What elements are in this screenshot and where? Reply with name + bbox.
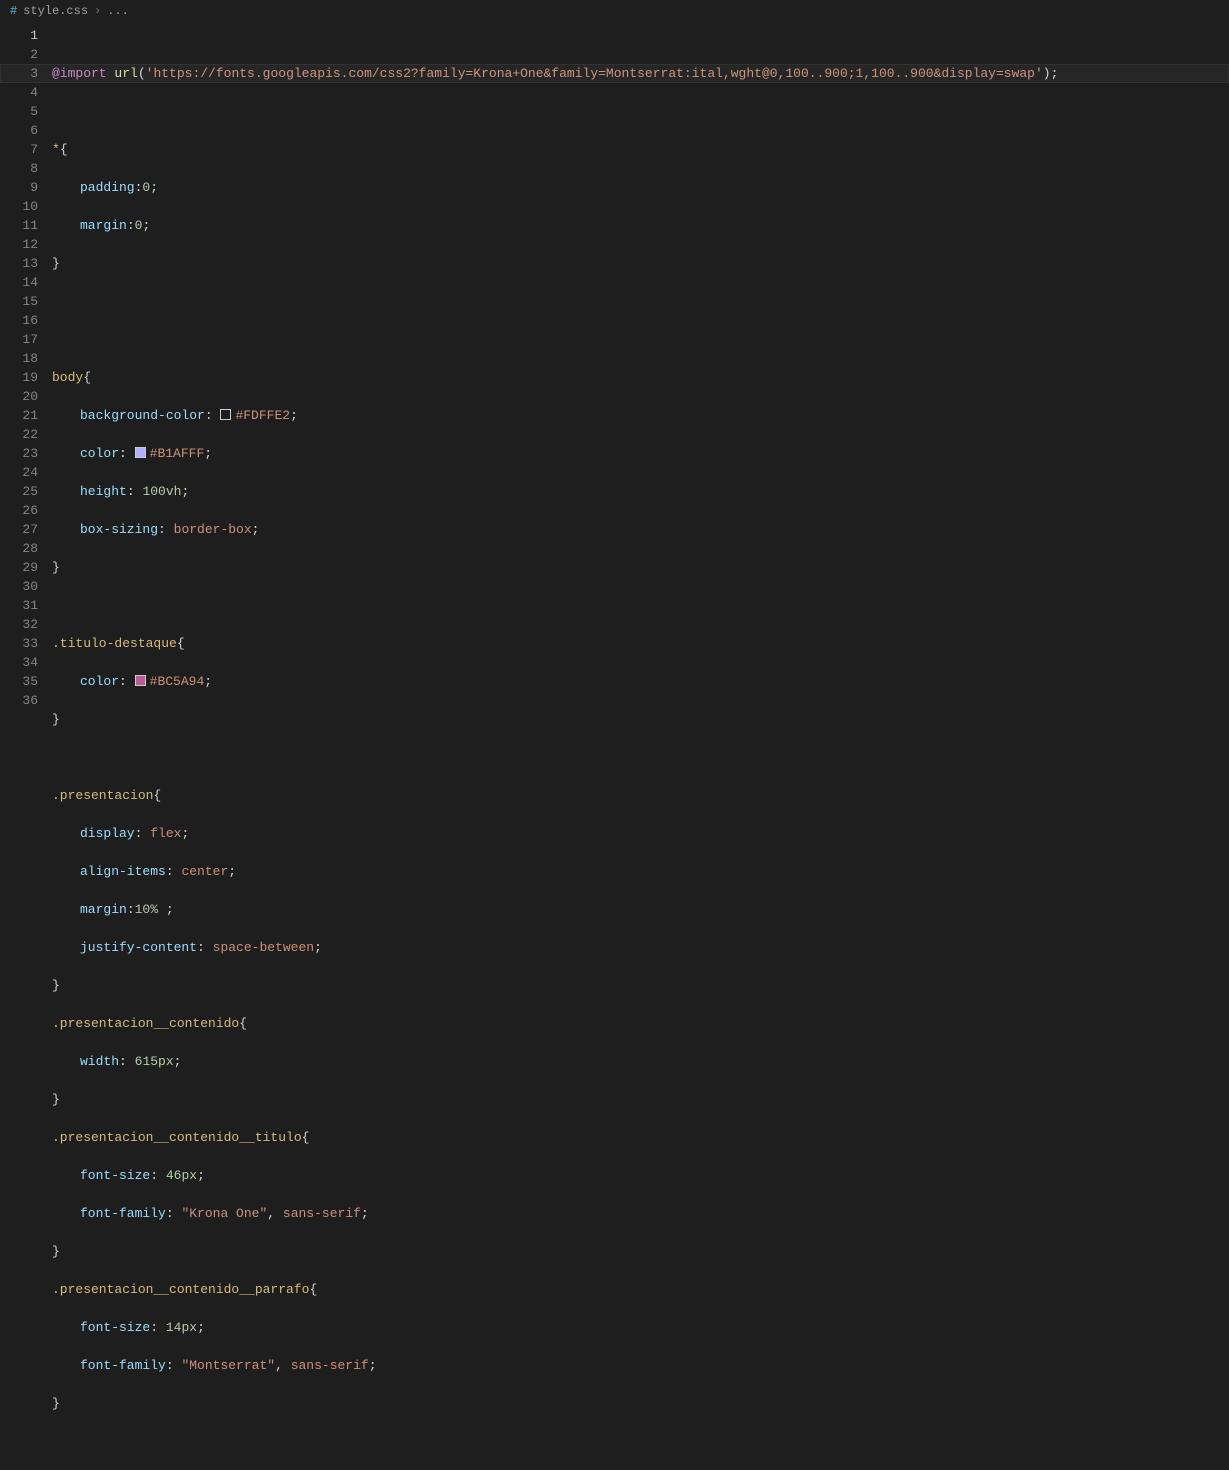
line-number: 11 xyxy=(0,216,38,235)
line-number: 4 xyxy=(0,83,38,102)
code-line[interactable]: } xyxy=(52,976,1229,995)
line-number: 26 xyxy=(0,501,38,520)
line-number: 31 xyxy=(0,596,38,615)
line-number: 27 xyxy=(0,520,38,539)
line-number: 22 xyxy=(0,425,38,444)
code-line[interactable]: width: 615px; xyxy=(52,1052,1229,1071)
code-line[interactable]: .presentacion__contenido__titulo{ xyxy=(52,1128,1229,1147)
code-line[interactable]: align-items: center; xyxy=(52,862,1229,881)
line-number: 12 xyxy=(0,235,38,254)
line-number: 32 xyxy=(0,615,38,634)
line-number: 21 xyxy=(0,406,38,425)
code-line[interactable]: font-family: "Krona One", sans-serif; xyxy=(52,1204,1229,1223)
line-number: 15 xyxy=(0,292,38,311)
code-line[interactable]: margin:10% ; xyxy=(52,900,1229,919)
breadcrumb[interactable]: # style.css › ... xyxy=(0,0,1229,22)
line-number: 14 xyxy=(0,273,38,292)
line-number: 5 xyxy=(0,102,38,121)
line-number: 6 xyxy=(0,121,38,140)
code-line[interactable]: } xyxy=(52,1394,1229,1413)
line-number: 7 xyxy=(0,140,38,159)
line-number: 3 xyxy=(0,64,38,83)
line-number: 20 xyxy=(0,387,38,406)
breadcrumb-file[interactable]: style.css xyxy=(23,4,88,18)
code-line[interactable]: color: #B1AFFF; xyxy=(52,444,1229,463)
code-line[interactable] xyxy=(52,102,1229,121)
code-line[interactable] xyxy=(52,748,1229,767)
code-line[interactable]: *{ xyxy=(52,140,1229,159)
code-line[interactable]: color: #BC5A94; xyxy=(52,672,1229,691)
line-number: 34 xyxy=(0,653,38,672)
code-line[interactable]: .presentacion__contenido__parrafo{ xyxy=(52,1280,1229,1299)
code-line[interactable]: font-size: 46px; xyxy=(52,1166,1229,1185)
line-number: 29 xyxy=(0,558,38,577)
code-line[interactable]: .presentacion{ xyxy=(52,786,1229,805)
line-number: 1 xyxy=(0,26,38,45)
color-swatch-icon xyxy=(220,409,231,420)
code-line[interactable]: @import url('https://fonts.googleapis.co… xyxy=(52,64,1229,83)
code-line[interactable]: display: flex; xyxy=(52,824,1229,843)
code-content[interactable]: @import url('https://fonts.googleapis.co… xyxy=(52,22,1229,756)
code-line[interactable] xyxy=(52,292,1229,311)
line-number: 9 xyxy=(0,178,38,197)
code-line[interactable]: } xyxy=(52,558,1229,577)
code-line[interactable]: font-family: "Montserrat", sans-serif; xyxy=(52,1356,1229,1375)
line-number: 16 xyxy=(0,311,38,330)
line-number: 36 xyxy=(0,691,38,710)
css-file-icon: # xyxy=(10,4,17,18)
line-number-gutter: 1234567891011121314151617181920212223242… xyxy=(0,22,52,756)
code-line[interactable]: margin:0; xyxy=(52,216,1229,235)
code-line[interactable] xyxy=(52,596,1229,615)
code-line[interactable]: font-size: 14px; xyxy=(52,1318,1229,1337)
line-number: 13 xyxy=(0,254,38,273)
line-number: 10 xyxy=(0,197,38,216)
code-line[interactable]: .titulo-destaque{ xyxy=(52,634,1229,653)
line-number: 8 xyxy=(0,159,38,178)
line-number: 28 xyxy=(0,539,38,558)
color-swatch-icon xyxy=(135,447,146,458)
code-line[interactable]: background-color: #FDFFE2; xyxy=(52,406,1229,425)
code-line[interactable]: } xyxy=(52,710,1229,729)
line-number: 18 xyxy=(0,349,38,368)
line-number: 24 xyxy=(0,463,38,482)
line-number: 2 xyxy=(0,45,38,64)
code-line[interactable]: } xyxy=(52,1090,1229,1109)
line-number: 25 xyxy=(0,482,38,501)
code-line[interactable]: padding:0; xyxy=(52,178,1229,197)
breadcrumb-trail[interactable]: ... xyxy=(107,4,129,18)
color-swatch-icon xyxy=(135,675,146,686)
code-line[interactable]: body{ xyxy=(52,368,1229,387)
line-number: 19 xyxy=(0,368,38,387)
code-line[interactable]: } xyxy=(52,254,1229,273)
line-number: 35 xyxy=(0,672,38,691)
code-line[interactable]: .presentacion__contenido{ xyxy=(52,1014,1229,1033)
code-line[interactable]: height: 100vh; xyxy=(52,482,1229,501)
line-number: 30 xyxy=(0,577,38,596)
chevron-right-icon: › xyxy=(94,4,101,18)
line-number: 23 xyxy=(0,444,38,463)
code-line[interactable] xyxy=(52,330,1229,349)
line-number: 33 xyxy=(0,634,38,653)
code-line[interactable]: } xyxy=(52,1242,1229,1261)
code-line[interactable]: justify-content: space-between; xyxy=(52,938,1229,957)
code-line[interactable]: box-sizing: border-box; xyxy=(52,520,1229,539)
line-number: 17 xyxy=(0,330,38,349)
code-editor[interactable]: 1234567891011121314151617181920212223242… xyxy=(0,22,1229,756)
